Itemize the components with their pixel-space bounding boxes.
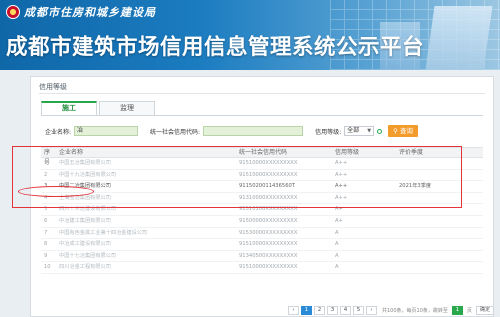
row-number: 9 bbox=[44, 252, 48, 259]
evaluation-period-cell bbox=[389, 228, 439, 239]
credit-code-cell: 91500000XXXXXXXXX bbox=[239, 217, 298, 224]
credit-code-input[interactable] bbox=[203, 126, 304, 136]
evaluation-period-cell bbox=[389, 239, 439, 250]
page-number-button[interactable]: 3 bbox=[327, 306, 338, 315]
next-page-button[interactable]: › bbox=[366, 306, 377, 315]
table-row: 9 中国十七冶集团有限公司 91340500XXXXXXXXX A bbox=[41, 251, 483, 263]
credit-code-cell: 91340500XXXXXXXXX bbox=[239, 252, 298, 259]
prev-page-button[interactable]: ‹ bbox=[288, 306, 299, 315]
tab-bar: 施工 监理 bbox=[41, 101, 157, 115]
page-number-button[interactable]: 2 bbox=[314, 306, 325, 315]
tab-construction[interactable]: 施工 bbox=[41, 101, 97, 115]
credit-code-label: 统一社会信用代码: bbox=[150, 128, 201, 136]
building-image bbox=[425, 6, 493, 70]
table-row: 7 中国有色金属工业第十四冶金建设公司 91530000XXXXXXXXX A bbox=[41, 228, 483, 240]
tab-supervision[interactable]: 监理 bbox=[99, 101, 155, 115]
section-title: 信用等级 bbox=[39, 83, 67, 91]
highlight-box bbox=[12, 146, 462, 208]
header-banner: 成都市住房和城乡建设局 成都市建筑市场信用信息管理系统公示平台 bbox=[0, 0, 500, 70]
divider bbox=[39, 93, 485, 94]
company-name-cell[interactable]: 中冶成工建设有限公司 bbox=[55, 239, 235, 250]
row-number: 10 bbox=[44, 264, 51, 271]
org-logo: 成都市住房和城乡建设局 bbox=[6, 4, 156, 20]
search-button[interactable]: ⚲ 查询 bbox=[388, 125, 419, 137]
credit-code-cell: 91510000XXXXXXXXX bbox=[239, 241, 298, 248]
page-unit-label: 页 bbox=[466, 308, 472, 314]
credit-code-cell: 91530000XXXXXXXXX bbox=[239, 229, 298, 236]
highlight-oval bbox=[18, 186, 94, 197]
row-number: 6 bbox=[44, 217, 48, 224]
table-row: 6 中冶建工集团有限公司 91500000XXXXXXXXX A+ bbox=[41, 216, 483, 228]
page-list: 12345 bbox=[301, 306, 366, 315]
credit-level-cell: A+ bbox=[335, 217, 343, 224]
company-name-cell[interactable]: 四川冶金工程有限公司 bbox=[55, 262, 235, 273]
credit-level-cell: A bbox=[335, 229, 339, 236]
divider bbox=[41, 115, 483, 116]
row-number: 8 bbox=[44, 241, 48, 248]
credit-level-label: 信用等级: bbox=[315, 128, 342, 136]
chevron-down-icon: ▼ bbox=[367, 128, 372, 134]
credit-code-cell: 91510000XXXXXXXXX bbox=[239, 264, 298, 271]
credit-level-value: 全部 bbox=[347, 127, 360, 134]
search-button-label: 查询 bbox=[400, 127, 414, 135]
page-jump-input[interactable]: 1 bbox=[451, 306, 463, 315]
credit-level-cell: A bbox=[335, 252, 339, 259]
evaluation-period-cell bbox=[389, 262, 439, 273]
company-name-cell[interactable]: 中国十七冶集团有限公司 bbox=[55, 251, 235, 262]
row-number: 7 bbox=[44, 229, 48, 236]
company-name-input[interactable]: 冶 bbox=[74, 126, 139, 136]
credit-level-cell: A bbox=[335, 264, 339, 271]
refresh-icon[interactable] bbox=[377, 128, 383, 134]
search-icon: ⚲ bbox=[393, 127, 398, 135]
pagination-info: 共100条，每页10条，跳转至 bbox=[382, 308, 448, 314]
credit-level-cell: A bbox=[335, 241, 339, 248]
page-number-button[interactable]: 5 bbox=[353, 306, 364, 315]
page-title: 成都市建筑市场信用信息管理系统公示平台 bbox=[6, 35, 425, 60]
table-row: 10 四川冶金工程有限公司 91510000XXXXXXXXX A bbox=[41, 262, 483, 274]
table-row: 8 中冶成工建设有限公司 91510000XXXXXXXXX A bbox=[41, 239, 483, 251]
credit-level-select[interactable]: 全部 ▼ bbox=[344, 126, 375, 136]
page-number-button[interactable]: 4 bbox=[340, 306, 351, 315]
search-form: 企业名称: 冶 统一社会信用代码: 信用等级: 全部 ▼ ⚲ 查询 bbox=[41, 118, 483, 144]
confirm-button[interactable]: 确定 bbox=[475, 306, 494, 315]
page-number-button[interactable]: 1 bbox=[301, 306, 312, 315]
company-name-cell[interactable]: 中国有色金属工业第十四冶金建设公司 bbox=[55, 228, 235, 239]
company-name-cell[interactable]: 中冶建工集团有限公司 bbox=[55, 216, 235, 227]
org-name: 成都市住房和城乡建设局 bbox=[24, 6, 156, 19]
pagination: ‹ 12345 › 共100条，每页10条，跳转至 1 页 确定 bbox=[288, 306, 494, 315]
evaluation-period-cell bbox=[389, 251, 439, 262]
emblem-icon bbox=[6, 5, 20, 19]
page: 成都市住房和城乡建设局 成都市建筑市场信用信息管理系统公示平台 信用等级 施工 … bbox=[0, 0, 500, 317]
company-name-label: 企业名称: bbox=[45, 128, 72, 136]
evaluation-period-cell bbox=[389, 216, 439, 227]
